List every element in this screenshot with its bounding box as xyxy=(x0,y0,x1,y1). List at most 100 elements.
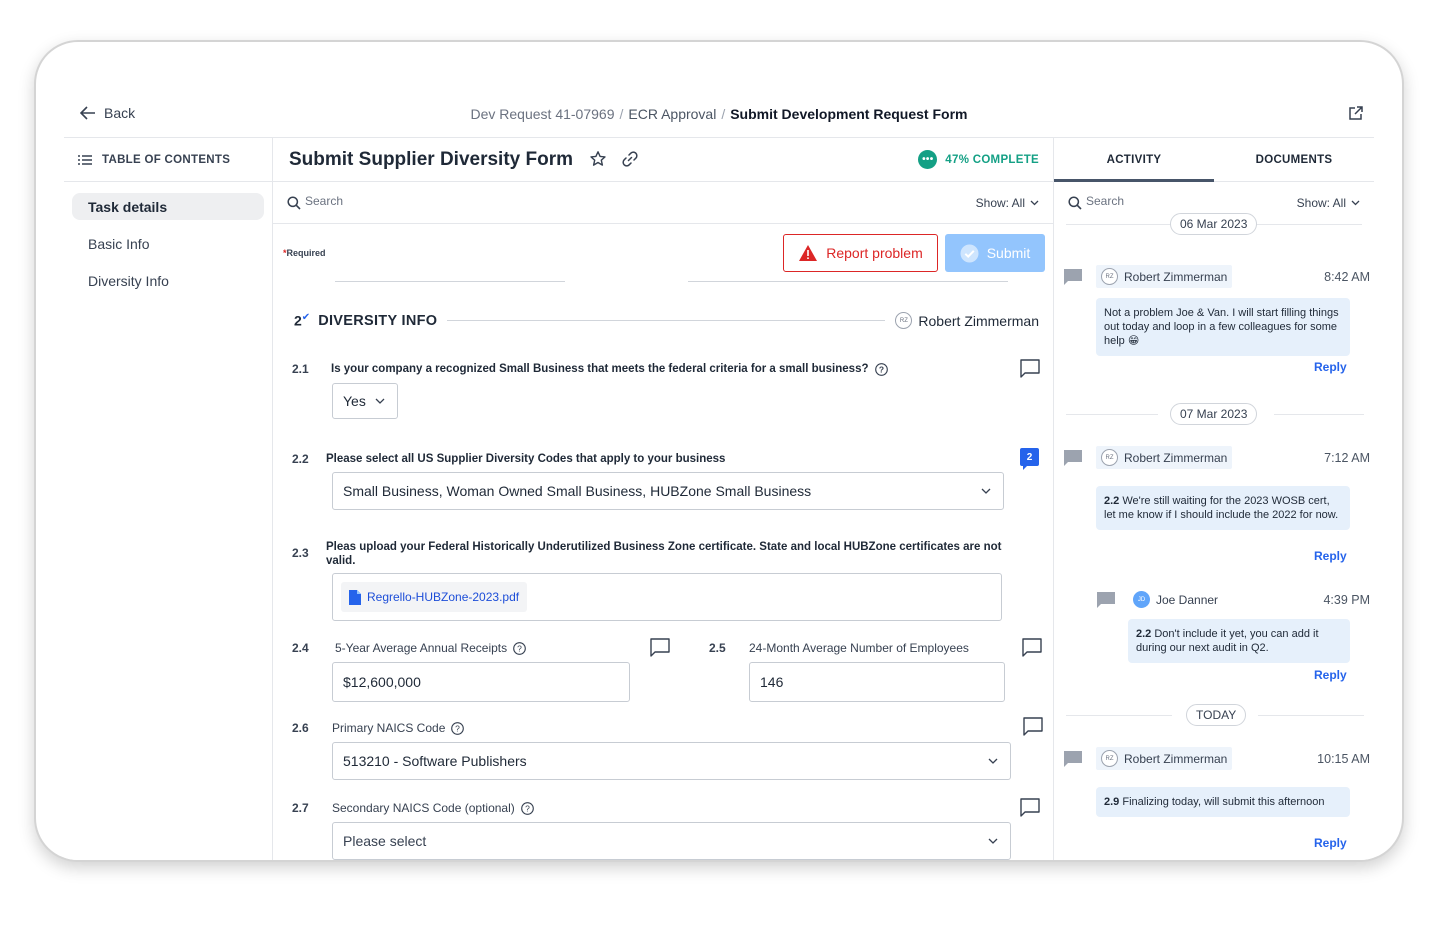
annual-receipts-input[interactable]: $12,600,000 xyxy=(332,662,630,702)
chevron-down-icon xyxy=(1351,200,1360,206)
warning-icon xyxy=(799,245,818,261)
comment-bubble: Not a problem Joe & Van. I will start fi… xyxy=(1096,298,1350,356)
date-divider xyxy=(1258,715,1364,716)
pdf-file-icon xyxy=(349,589,361,605)
form-show-filter[interactable]: Show: All xyxy=(976,196,1039,210)
comment-author[interactable]: JD Joe Danner xyxy=(1128,588,1223,611)
question-number: 2.3 xyxy=(292,546,309,560)
uploaded-file[interactable]: Regrello-HUBZone-2023.pdf xyxy=(341,582,528,612)
form-search-input[interactable] xyxy=(305,194,605,208)
form-header: Submit Supplier Diversity Form ••• 47% C… xyxy=(273,138,1053,182)
question-number: 2.5 xyxy=(709,641,726,655)
chevron-down-icon xyxy=(375,398,385,404)
help-icon[interactable]: ? xyxy=(874,362,888,376)
help-icon[interactable]: ? xyxy=(513,641,526,655)
question-label: Primary NAICS Code? xyxy=(332,721,465,735)
diversity-codes-select[interactable]: Small Business, Woman Owned Small Busine… xyxy=(332,472,1004,510)
app-screen: Back Dev Request 41-07969/ECR Approval / S… xyxy=(64,92,1374,860)
search-icon xyxy=(287,196,301,210)
toc-item-diversity-info[interactable]: Diversity Info xyxy=(72,267,264,294)
activity-show-filter[interactable]: Show: All xyxy=(1297,196,1360,210)
external-link-icon xyxy=(1349,106,1363,120)
comment-bubble: 2.2 We're still waiting for the 2023 WOS… xyxy=(1096,486,1350,530)
comment-icon xyxy=(1064,751,1082,767)
activity-search-input[interactable] xyxy=(1086,194,1266,208)
comment-icon[interactable] xyxy=(1019,358,1041,378)
toc-item-basic-info[interactable]: Basic Info xyxy=(72,230,264,257)
comment-icon xyxy=(1064,269,1082,285)
question-label: Is your company a recognized Small Busin… xyxy=(331,362,888,376)
breadcrumb-current: Submit Development Request Form xyxy=(730,106,968,122)
tab-documents[interactable]: DOCUMENTS xyxy=(1214,138,1374,181)
comment-count-badge[interactable]: 2 xyxy=(1020,448,1039,470)
submit-button[interactable]: Submit xyxy=(945,234,1045,272)
panel-tabs: ACTIVITY DOCUMENTS xyxy=(1054,138,1374,182)
breadcrumb-request[interactable]: Dev Request 41-07969 xyxy=(471,106,615,122)
chevron-down-icon xyxy=(981,488,991,494)
title-actions xyxy=(589,150,639,168)
question-label: 24-Month Average Number of Employees xyxy=(749,641,969,655)
star-icon[interactable] xyxy=(589,150,607,168)
comment-icon[interactable] xyxy=(1021,637,1043,657)
reply-link[interactable]: Reply xyxy=(1314,836,1347,850)
comment-bubble: 2.9 Finalizing today, will submit this a… xyxy=(1096,787,1350,817)
employee-count-input[interactable]: 146 xyxy=(749,662,1005,702)
tab-activity[interactable]: ACTIVITY xyxy=(1054,138,1214,182)
section-owner[interactable]: RZ Robert Zimmerman xyxy=(895,312,1039,329)
link-icon[interactable] xyxy=(621,150,639,168)
check-circle-icon xyxy=(960,244,979,262)
comment-bubble: 2.2 Don't include it yet, you can add it… xyxy=(1128,619,1350,663)
toc-header: TABLE OF CONTENTS xyxy=(64,138,272,182)
question-label: Please select all US Supplier Diversity … xyxy=(326,453,726,465)
show-filter-label: Show: All xyxy=(975,196,1025,210)
comment-author[interactable]: RZ Robert Zimmerman xyxy=(1096,265,1233,288)
form-title: Submit Supplier Diversity Form xyxy=(289,149,573,170)
question-label: Secondary NAICS Code (optional)? xyxy=(332,801,534,815)
submit-label: Submit xyxy=(986,245,1031,261)
comment-icon[interactable] xyxy=(649,637,671,657)
open-external-button[interactable] xyxy=(1348,105,1364,126)
toc-item-task-details[interactable]: Task details xyxy=(72,193,264,220)
date-divider xyxy=(1066,715,1172,716)
breadcrumb: Dev Request 41-07969/ECR Approval / Submit… xyxy=(64,106,1374,122)
avatar: RZ xyxy=(1101,750,1118,767)
form-search-bar: Show: All xyxy=(273,182,1053,224)
date-chip: 07 Mar 2023 xyxy=(1170,403,1258,425)
svg-text:?: ? xyxy=(517,643,522,653)
uploaded-file-name: Regrello-HUBZone-2023.pdf xyxy=(367,590,520,604)
search-icon xyxy=(1068,196,1082,210)
comment-author[interactable]: RZ Robert Zimmerman xyxy=(1096,747,1233,770)
question-number: 2.2 xyxy=(292,452,309,466)
reply-link[interactable]: Reply xyxy=(1314,549,1347,563)
comment-icon[interactable] xyxy=(1019,797,1041,817)
help-icon[interactable]: ? xyxy=(520,801,534,815)
comment-time: 8:42 AM xyxy=(1324,270,1370,284)
question-number: 2.6 xyxy=(292,721,309,735)
small-business-select[interactable]: Yes xyxy=(332,383,398,419)
table-of-contents: TABLE OF CONTENTS Task details Basic Inf… xyxy=(64,138,273,860)
report-problem-button[interactable]: Report problem xyxy=(783,234,938,272)
primary-naics-select[interactable]: 513210 - Software Publishers xyxy=(332,742,1011,780)
breadcrumb-approval[interactable]: ECR Approval xyxy=(628,106,716,122)
section-owner-name: Robert Zimmerman xyxy=(918,312,1039,329)
reply-link[interactable]: Reply xyxy=(1314,668,1347,682)
comment-author[interactable]: RZ Robert Zimmerman xyxy=(1096,446,1233,469)
show-filter-label: Show: All xyxy=(1296,196,1346,210)
date-divider xyxy=(1274,414,1364,415)
top-bar: Back Dev Request 41-07969/ECR Approval / S… xyxy=(64,92,1374,138)
reply-link[interactable]: Reply xyxy=(1314,360,1347,374)
activity-feed: 06 Mar 2023 RZ Robert Zimmerman 8:42 AM N… xyxy=(1054,213,1374,860)
divider xyxy=(688,281,1008,282)
breadcrumb-separator: / xyxy=(619,106,624,122)
required-label: Required xyxy=(286,248,326,258)
help-icon[interactable]: ? xyxy=(451,721,465,735)
svg-text:?: ? xyxy=(456,723,461,733)
secondary-naics-select[interactable]: Please select xyxy=(332,822,1011,860)
chevron-down-icon xyxy=(1030,200,1039,206)
comment-time: 7:12 AM xyxy=(1324,451,1370,465)
breadcrumb-separator: / xyxy=(721,106,726,122)
certificate-upload-field[interactable]: Regrello-HUBZone-2023.pdf xyxy=(332,573,1002,621)
avatar: RZ xyxy=(1101,268,1118,285)
comment-icon[interactable] xyxy=(1022,716,1044,736)
date-chip: 06 Mar 2023 xyxy=(1170,213,1258,235)
